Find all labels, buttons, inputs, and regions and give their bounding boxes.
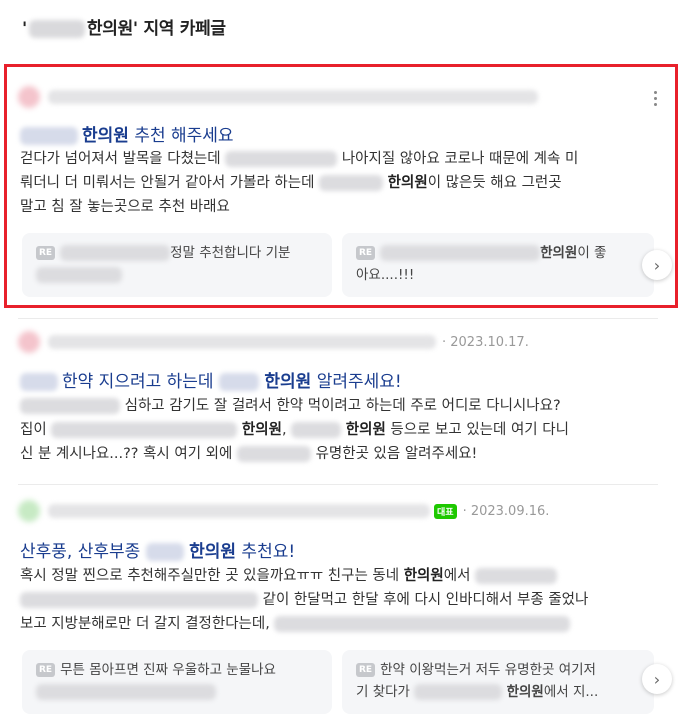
post-2-snippet: 심하고 감기도 잘 걸려서 한약 먹이려고 하는데 주로 어디로 다니시나요? …	[20, 398, 569, 462]
re-badge: RE	[356, 663, 376, 677]
blurred-region-name	[28, 20, 85, 38]
blurred-cafe-name[interactable]	[48, 90, 538, 104]
reply-card[interactable]: RE 한약 이왕먹는거 저두 유명한곳 여기저 기 찾다가 한의원에서 지...	[342, 650, 654, 714]
post-3-meta: 대표 · 2023.09.16.	[18, 500, 549, 522]
post-1-title[interactable]: 한의원 추천 해주세요	[20, 121, 234, 146]
divider	[18, 318, 658, 319]
post-1-snippet: 걷다가 넘어져서 발목을 다쳤는데 나아지질 않아요 코로나 때문에 계속 미 …	[20, 151, 579, 215]
reply-card[interactable]: RE 정말 추천합니다 기분	[22, 233, 332, 297]
more-options-icon[interactable]	[654, 91, 658, 107]
post-date: · 2023.10.17.	[442, 334, 529, 350]
chevron-right-icon[interactable]: ›	[642, 250, 672, 280]
re-badge: RE	[36, 246, 56, 260]
post-1-meta	[18, 86, 538, 108]
post-2-title[interactable]: 한약 지으려고 하는데 한의원 알려주세요!	[20, 367, 402, 392]
post-date: · 2023.09.16.	[462, 503, 550, 519]
post-2-meta: · 2023.10.17.	[18, 331, 529, 353]
cafe-avatar[interactable]	[18, 86, 40, 108]
blurred-cafe-name[interactable]	[48, 335, 436, 349]
search-results-page: ' 한의원' 지역 카페글 한의원 추천 해주세요 걷다가 넘어져서 발목을 다쳤…	[0, 0, 684, 721]
post-3-title[interactable]: 산후풍, 산후부종 한의원 추천요!	[20, 537, 295, 562]
post-3-snippet: 혹시 정말 찐으로 추천해주실만한 곳 있을까요ㅠㅠ 친구는 동네 한의원에서 …	[20, 568, 589, 632]
re-badge: RE	[36, 663, 56, 677]
reply-card[interactable]: RE 무튼 몸아프면 진짜 우울하고 눈물나요	[22, 650, 332, 714]
reply-card[interactable]: RE 한의원이 좋 아요....!!!	[342, 233, 654, 297]
cafe-avatar[interactable]	[18, 331, 40, 353]
chevron-right-icon[interactable]: ›	[642, 664, 672, 694]
divider	[18, 484, 658, 485]
re-badge: RE	[356, 246, 376, 260]
cafe-avatar[interactable]	[18, 500, 40, 522]
blurred-cafe-name[interactable]	[48, 504, 430, 518]
section-title: ' 한의원' 지역 카페글	[22, 19, 226, 39]
representative-badge: 대표	[434, 503, 457, 519]
